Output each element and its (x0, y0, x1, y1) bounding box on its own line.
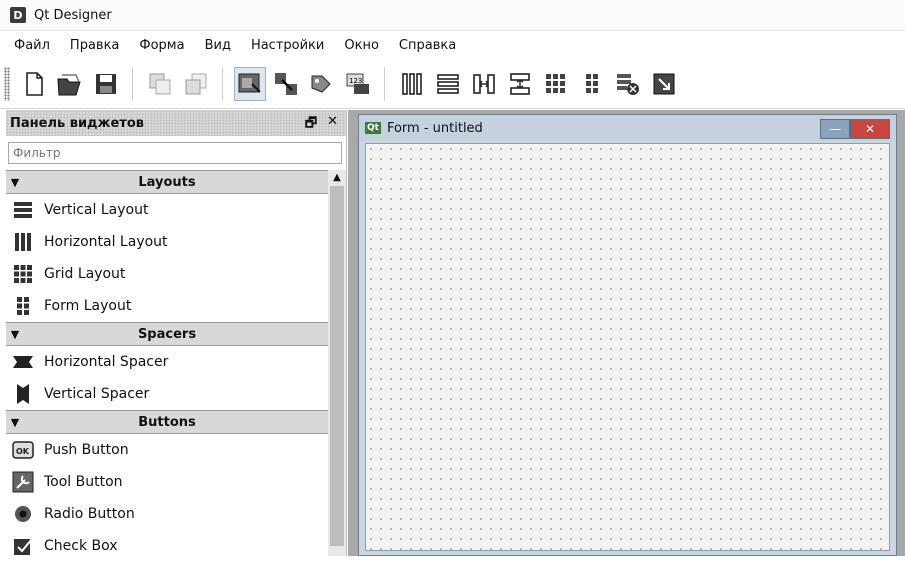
menu-bar: Файл Правка Форма Вид Настройки Окно Спр… (0, 31, 905, 59)
edit-buddies-button[interactable] (306, 67, 338, 101)
window-title: Qt Designer (34, 7, 112, 23)
toolbar-separator (384, 67, 386, 101)
qt-logo-icon: Qt (365, 122, 381, 134)
title-bar: D Qt Designer (0, 0, 905, 31)
edit-signals-slots-button[interactable] (270, 67, 302, 101)
close-button[interactable]: ✕ (850, 119, 890, 139)
minimize-button[interactable]: — (820, 119, 850, 139)
menu-view[interactable]: Вид (197, 38, 239, 53)
save-button[interactable] (90, 67, 122, 101)
edit-tab-order-button[interactable]: 123 (342, 67, 374, 101)
layout-grid-icon (546, 74, 565, 93)
layout-grid-button[interactable] (540, 67, 572, 101)
toolbar-separator (222, 67, 224, 101)
menu-form[interactable]: Форма (131, 38, 192, 53)
layout-horizontal-splitter-icon (473, 74, 495, 94)
vertical-spacer-icon (17, 384, 29, 404)
widget-horizontal-spacer[interactable]: Horizontal Spacer (6, 346, 328, 378)
form-canvas[interactable] (365, 143, 890, 551)
svg-text:123: 123 (349, 77, 362, 85)
break-layout-icon (617, 74, 639, 95)
layout-horizontal-splitter-button[interactable] (468, 67, 500, 101)
layout-vertical-button[interactable] (432, 67, 464, 101)
new-file-button[interactable] (18, 67, 50, 101)
menu-window[interactable]: Окно (336, 38, 387, 53)
open-file-button[interactable] (54, 67, 86, 101)
category-buttons[interactable]: ▼ Buttons (6, 410, 328, 434)
toolbar: 123 (0, 60, 905, 109)
widget-box-title: Панель виджетов (10, 115, 144, 131)
layout-horizontal-icon (402, 73, 422, 95)
break-layout-button[interactable] (612, 67, 644, 101)
form-title: Form - untitled (386, 120, 483, 136)
horizontal-spacer-icon (13, 356, 33, 368)
widget-box-title-bar: Панель виджетов 🗗 ✕ (6, 110, 346, 136)
tool-button-icon (12, 471, 34, 493)
toolbar-grip[interactable] (4, 67, 10, 101)
edit-widgets-icon (238, 73, 261, 93)
radio-button-icon (15, 506, 31, 522)
save-icon (96, 74, 116, 94)
widget-horizontal-layout[interactable]: Horizontal Layout (6, 226, 328, 258)
menu-file[interactable]: Файл (6, 38, 58, 53)
open-file-icon (57, 74, 81, 96)
form-window[interactable]: Qt Form - untitled — ✕ (358, 114, 897, 556)
toolbar-separator (132, 67, 134, 101)
filter-input[interactable] (8, 142, 342, 164)
adjust-size-button[interactable] (648, 67, 680, 101)
app-icon: D (10, 7, 26, 23)
layout-horizontal-button[interactable] (396, 67, 428, 101)
layout-form-icon (586, 74, 598, 93)
push-button-icon: OK (12, 441, 34, 459)
bring-to-front-icon (185, 73, 207, 95)
send-to-back-button[interactable] (144, 67, 176, 101)
widget-tool-button[interactable]: Tool Button (6, 466, 328, 498)
form-layout-icon (17, 297, 29, 315)
scroll-thumb[interactable] (330, 186, 344, 546)
widget-vertical-layout[interactable]: Vertical Layout (6, 194, 328, 226)
widget-radio-button[interactable]: Radio Button (6, 498, 328, 530)
widget-box-panel: Панель виджетов 🗗 ✕ ▼ Layouts Vertical L… (6, 110, 347, 556)
horizontal-layout-icon (15, 233, 31, 251)
edit-buddies-icon (311, 75, 331, 93)
bring-to-front-button[interactable] (180, 67, 212, 101)
svg-text:OK: OK (16, 447, 30, 456)
category-layouts[interactable]: ▼ Layouts (6, 170, 328, 194)
float-panel-button[interactable]: 🗗 (305, 114, 317, 136)
widget-list-scrollbar[interactable]: ▲ (328, 170, 346, 556)
widget-push-button[interactable]: OK Push Button (6, 434, 328, 466)
scroll-up-icon[interactable]: ▲ (328, 170, 346, 186)
menu-edit[interactable]: Правка (62, 38, 127, 53)
layout-vertical-icon (437, 74, 459, 94)
vertical-layout-icon (14, 202, 32, 218)
send-to-back-icon (149, 73, 171, 95)
layout-vertical-splitter-icon (510, 73, 530, 95)
menu-help[interactable]: Справка (391, 38, 464, 53)
category-spacers[interactable]: ▼ Spacers (6, 322, 328, 346)
new-file-icon (26, 72, 43, 96)
widget-check-box[interactable]: Check Box (6, 530, 328, 562)
grid-layout-icon (14, 265, 32, 283)
form-title-bar[interactable]: Qt Form - untitled — ✕ (359, 115, 896, 141)
widget-form-layout[interactable]: Form Layout (6, 290, 328, 322)
widget-grid-layout[interactable]: Grid Layout (6, 258, 328, 290)
close-panel-button[interactable]: ✕ (327, 114, 338, 136)
widget-vertical-spacer[interactable]: Vertical Spacer (6, 378, 328, 410)
mdi-area: Qt Form - untitled — ✕ (348, 110, 905, 556)
edit-widgets-button[interactable] (234, 67, 266, 101)
adjust-size-icon (653, 73, 675, 95)
layout-form-button[interactable] (576, 67, 608, 101)
widget-list: ▼ Layouts Vertical Layout Horizontal Lay… (6, 170, 328, 562)
layout-vertical-splitter-button[interactable] (504, 67, 536, 101)
menu-settings[interactable]: Настройки (243, 38, 332, 53)
edit-signals-slots-icon (275, 73, 297, 95)
check-box-icon (14, 538, 33, 555)
edit-tab-order-icon: 123 (346, 73, 369, 94)
